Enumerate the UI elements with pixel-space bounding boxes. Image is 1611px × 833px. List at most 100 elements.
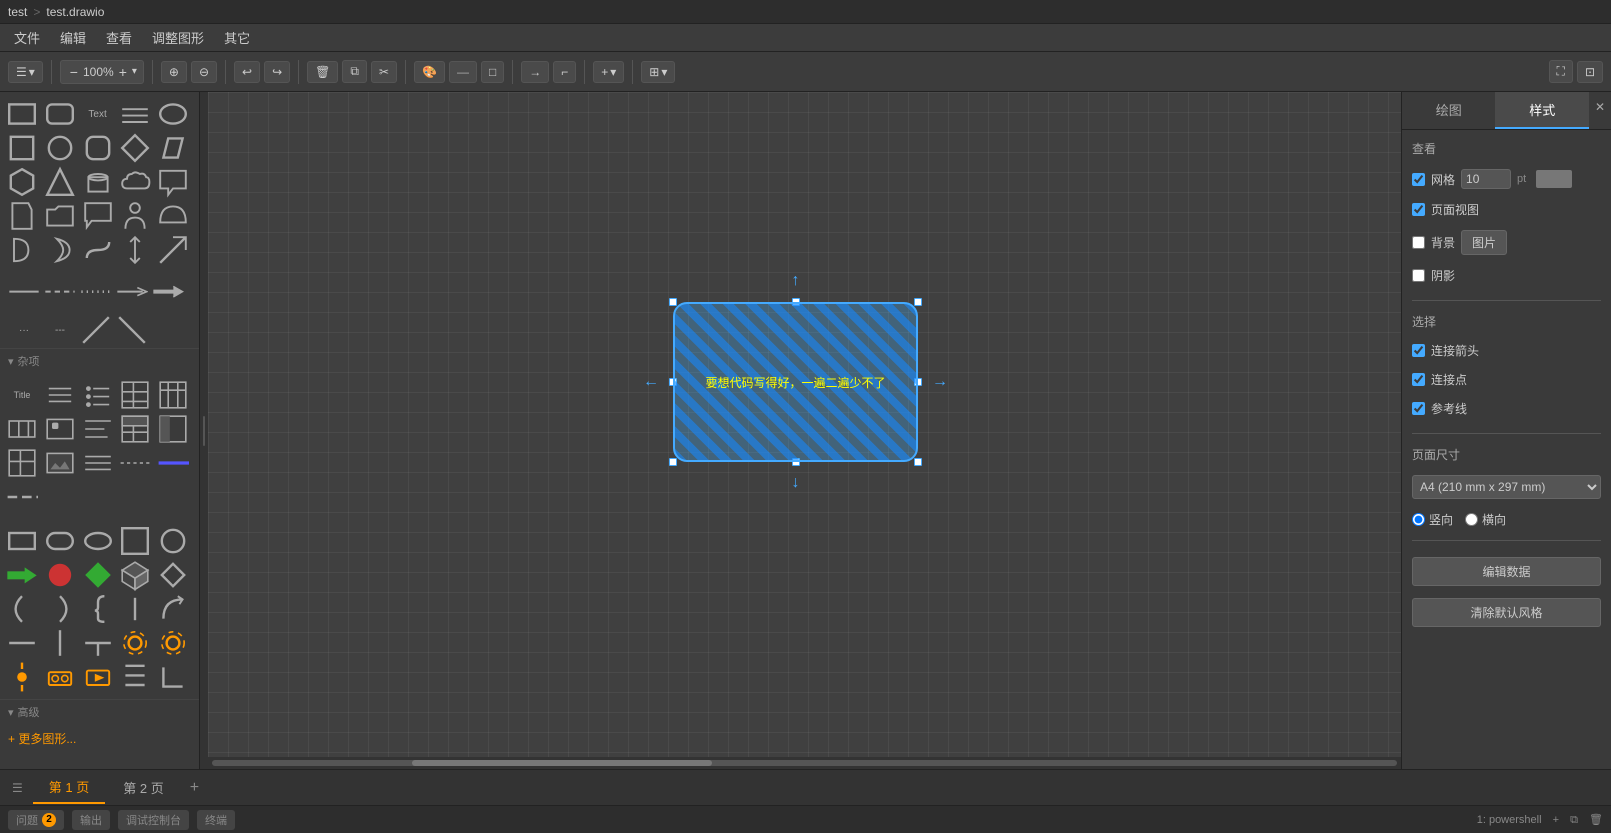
arrow-bottom[interactable]: ↓: [792, 474, 800, 492]
grid-color-swatch[interactable]: [1536, 170, 1572, 188]
pageview-checkbox[interactable]: [1412, 203, 1425, 216]
handle-bottom-left[interactable]: [669, 458, 677, 466]
misc-table2[interactable]: [157, 379, 189, 411]
arrow-left[interactable]: ←: [643, 373, 659, 391]
portrait-label[interactable]: 竖向: [1412, 511, 1453, 528]
page-size-select[interactable]: A4 (210 mm x 297 mm) A3 Letter Legal: [1412, 475, 1601, 499]
guide-checkbox[interactable]: [1412, 402, 1425, 415]
shape-backslash[interactable]: [116, 314, 148, 346]
misc-h-dots[interactable]: [119, 447, 151, 479]
connect-arrow-checkbox[interactable]: [1412, 344, 1425, 357]
misc-brace[interactable]: [82, 593, 114, 625]
panel-toggle-btn[interactable]: ⊡: [1577, 61, 1603, 83]
misc-curved-arrow[interactable]: [157, 593, 189, 625]
shape-ellipse[interactable]: [157, 98, 189, 130]
misc-bars[interactable]: [119, 661, 151, 693]
misc-h-long[interactable]: [6, 481, 38, 513]
shape-square[interactable]: [6, 132, 38, 164]
misc-bracket[interactable]: [119, 593, 151, 625]
zoom-fit-btn[interactable]: ⊕: [161, 61, 187, 83]
bottom-tab-debug[interactable]: 调试控制台: [118, 810, 189, 830]
misc-title[interactable]: Title: [6, 379, 38, 411]
misc-gear2[interactable]: [157, 627, 189, 659]
shape-d-shape[interactable]: [6, 234, 38, 266]
misc-circle-red[interactable]: [44, 559, 76, 591]
picture-btn[interactable]: 图片: [1461, 230, 1507, 255]
misc-t-line[interactable]: [82, 627, 114, 659]
redo-btn[interactable]: ↪: [264, 61, 290, 83]
shape-half-circle[interactable]: [157, 200, 189, 232]
shape-triangle[interactable]: [44, 166, 76, 198]
misc-section[interactable]: ▾ 杂项: [0, 348, 199, 373]
table-btn[interactable]: ⊞ ▾: [641, 61, 675, 83]
misc-lines3[interactable]: [82, 413, 114, 445]
misc-image[interactable]: [44, 413, 76, 445]
terminal-close-btn[interactable]: 🗑: [1589, 814, 1603, 826]
waypoint-btn[interactable]: ⌐: [553, 61, 576, 83]
misc-grid2[interactable]: [6, 447, 38, 479]
undo-btn[interactable]: ↩: [234, 61, 260, 83]
left-resize-handle[interactable]: [200, 92, 208, 769]
connect-point-checkbox[interactable]: [1412, 373, 1425, 386]
shape-round-square[interactable]: [82, 132, 114, 164]
fullscreen-btn[interactable]: ⛶: [1549, 60, 1573, 83]
page-tab-2[interactable]: 第 2 页: [107, 772, 179, 803]
advanced-section[interactable]: ▾ 高级: [0, 699, 199, 724]
grid-value-input[interactable]: [1461, 169, 1511, 189]
scrollbar-track[interactable]: [212, 760, 1397, 766]
misc-flat-arrow[interactable]: [6, 559, 38, 591]
misc-gear[interactable]: [119, 627, 151, 659]
zoom-in-btn[interactable]: +: [116, 64, 130, 80]
shape-parallelogram[interactable]: [157, 132, 189, 164]
fill-color-btn[interactable]: 🎨: [414, 61, 445, 83]
handle-top-left[interactable]: [669, 298, 677, 306]
menu-file[interactable]: 文件: [4, 24, 50, 51]
shape-text[interactable]: Text: [82, 98, 114, 130]
shape-dotline[interactable]: ···: [8, 314, 40, 346]
format-btn[interactable]: ⧉: [342, 60, 367, 83]
misc-circle2[interactable]: [157, 525, 189, 557]
scrollbar-thumb[interactable]: [412, 760, 712, 766]
misc-cube[interactable]: [119, 559, 151, 591]
shape-slash[interactable]: [80, 314, 112, 346]
misc-h-dots2[interactable]: [157, 447, 189, 479]
canvas-shape[interactable]: 要想代码写得好，一遍二遍少不了: [673, 302, 918, 462]
bottom-tab-issues[interactable]: 问题 2: [8, 810, 64, 830]
shape-folder[interactable]: [44, 200, 76, 232]
misc-curve-left[interactable]: [6, 593, 38, 625]
delete-btn[interactable]: 🗑: [307, 61, 338, 83]
misc-rect2[interactable]: [6, 525, 38, 557]
misc-lines4[interactable]: [82, 447, 114, 479]
terminal-add-btn[interactable]: +: [1553, 814, 1559, 826]
misc-sun[interactable]: [6, 661, 38, 693]
menu-adjust[interactable]: 调整图形: [142, 24, 214, 51]
shape-arrows[interactable]: [119, 234, 151, 266]
misc-rect3[interactable]: [119, 525, 151, 557]
terminal-split-btn[interactable]: ⧉: [1570, 814, 1578, 826]
misc-list1[interactable]: [44, 379, 76, 411]
portrait-radio[interactable]: [1412, 513, 1425, 526]
landscape-label[interactable]: 横向: [1465, 511, 1506, 528]
insert-btn[interactable]: + ▾: [593, 61, 624, 83]
zoom-out2-btn[interactable]: ⊖: [191, 61, 217, 83]
misc-row[interactable]: [6, 413, 38, 445]
more-shapes-btn[interactable]: + 更多图形...: [0, 724, 199, 753]
shape-dashline[interactable]: ---: [44, 314, 76, 346]
shape-person[interactable]: [119, 200, 151, 232]
menu-other[interactable]: 其它: [214, 24, 260, 51]
menu-view[interactable]: 查看: [96, 24, 142, 51]
page-tab-1[interactable]: 第 1 页: [33, 771, 105, 804]
canvas-area[interactable]: ↑ ↓ ← → 要想代码写得好，一遍二遍少不了: [208, 92, 1401, 769]
shape-arrow-line[interactable]: [116, 276, 148, 308]
shape-doc[interactable]: [6, 200, 38, 232]
misc-film[interactable]: [82, 661, 114, 693]
shape-diamond[interactable]: [119, 132, 151, 164]
misc-line-h[interactable]: [6, 627, 38, 659]
shadow-checkbox[interactable]: [1412, 269, 1425, 282]
shape-line3[interactable]: [80, 276, 112, 308]
view-mode-btn[interactable]: ☰ ▾: [8, 61, 43, 83]
misc-line-v[interactable]: [44, 627, 76, 659]
page-tab-menu-btn[interactable]: ☰: [4, 777, 31, 799]
shadow-btn[interactable]: □: [481, 61, 504, 83]
shape-s-curve[interactable]: [82, 234, 114, 266]
